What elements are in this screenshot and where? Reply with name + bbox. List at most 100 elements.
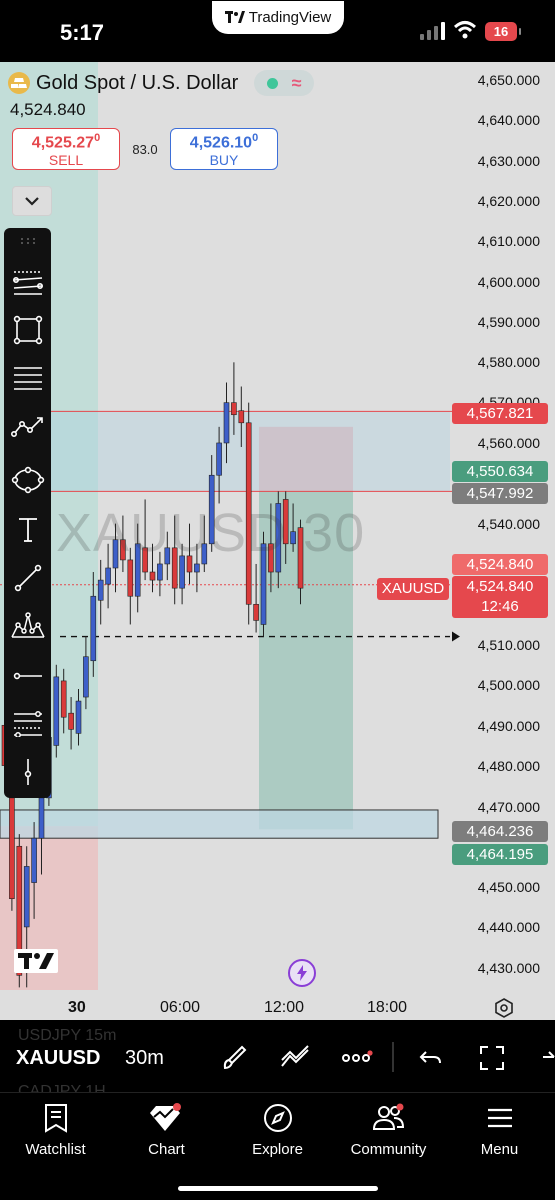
chart-bottom-toolbar: USDJPY 15m CADJPY 1H XAUUSD 30m xyxy=(0,1020,555,1100)
tab-label: Menu xyxy=(480,1141,519,1158)
buy-button[interactable]: 4,526.100 BUY xyxy=(170,128,278,170)
bar-countdown: 12:46 xyxy=(481,598,519,615)
price-axis-label: 4,620.000 xyxy=(477,193,540,209)
status-time: 5:17 xyxy=(60,20,105,45)
price-axis-label: 4,430.000 xyxy=(477,960,540,976)
trend-line-tool-icon[interactable] xyxy=(4,558,51,598)
rectangle-tool-icon[interactable] xyxy=(4,310,51,350)
candle-body xyxy=(68,712,74,730)
level-arrow-icon xyxy=(452,631,460,642)
candle-body xyxy=(223,402,230,444)
resistance-price-tag: 4,567.821 xyxy=(452,403,548,424)
tab-watchlist[interactable]: Watchlist xyxy=(0,1101,111,1158)
price-axis-label: 4,470.000 xyxy=(477,799,540,815)
price-axis-label: 4,630.000 xyxy=(477,153,540,169)
drawing-toolbar xyxy=(4,228,51,798)
tab-label: Community xyxy=(350,1141,427,1158)
take-profit-price-tag: 4,550.634 xyxy=(452,461,548,482)
text-tool-icon[interactable] xyxy=(4,510,51,550)
toolbar-drag-handle-icon[interactable] xyxy=(4,228,51,254)
price-axis-label: 4,580.000 xyxy=(477,354,540,370)
fib-retracement-tool-icon[interactable] xyxy=(4,704,51,744)
more-options-icon[interactable] xyxy=(342,1050,374,1069)
tab-community[interactable]: Community xyxy=(333,1101,444,1158)
chart-settings-icon[interactable] xyxy=(494,998,514,1020)
candle-body xyxy=(231,402,237,416)
candle-body xyxy=(194,563,200,573)
candle-body xyxy=(127,559,134,597)
indicators-icon[interactable] xyxy=(280,1044,310,1077)
support-zone-rectangle xyxy=(0,809,439,839)
drawing-brush-icon[interactable] xyxy=(220,1044,248,1077)
market-status-pill[interactable]: ≈ xyxy=(254,70,315,96)
ellipse-tool-icon[interactable] xyxy=(4,460,51,500)
price-axis-label: 4,540.000 xyxy=(477,516,540,532)
price-axis-label: 4,480.000 xyxy=(477,758,540,774)
price-axis-label: 4,610.000 xyxy=(477,233,540,249)
app-pill-label: TradingView xyxy=(248,9,332,26)
tab-label: Watchlist xyxy=(25,1141,86,1158)
path-tool-icon[interactable] xyxy=(4,406,51,446)
chart-area[interactable]: XAUUSD 30 Gold Spot / U.S. Dollar ≈ 4,52… xyxy=(0,62,555,1020)
price-axis-label: 4,440.000 xyxy=(477,919,540,935)
price-axis-label: 4,510.000 xyxy=(477,637,540,653)
candle-body xyxy=(105,567,111,585)
undo-icon[interactable] xyxy=(418,1044,444,1075)
symbol-button[interactable]: XAUUSD xyxy=(16,1047,100,1070)
tab-menu[interactable]: Menu xyxy=(444,1101,555,1158)
time-axis-label: 06:00 xyxy=(160,999,201,1016)
tradingview-watermark-icon xyxy=(14,949,58,978)
tab-chart[interactable]: Chart xyxy=(111,1101,222,1158)
candle-body xyxy=(253,603,259,621)
ghost-row: USDJPY 15m xyxy=(18,1027,117,1044)
zone-bottom-price-tag: 4,464.195 xyxy=(452,844,548,865)
symbol-title[interactable]: Gold Spot / U.S. Dollar xyxy=(36,72,238,95)
candle-body xyxy=(90,595,97,662)
candle-body xyxy=(53,676,60,746)
tab-explore[interactable]: Explore xyxy=(222,1101,333,1158)
candle-body xyxy=(60,680,67,718)
symbol-price-label: XAUUSD xyxy=(377,578,449,600)
buy-label: BUY xyxy=(209,152,239,169)
app-pill[interactable]: TradingView xyxy=(212,1,344,34)
candle-body xyxy=(83,656,89,698)
price-axis-label: 4,490.000 xyxy=(477,718,540,734)
interval-button[interactable]: 30m xyxy=(125,1047,164,1070)
time-axis-label: 12:00 xyxy=(264,999,305,1016)
horizontal-ray-tool-icon[interactable] xyxy=(4,656,51,696)
candle-body xyxy=(238,410,245,424)
tab-label: Explore xyxy=(252,1141,303,1158)
compass-icon xyxy=(222,1101,333,1135)
horizontal-lines-tool-icon[interactable] xyxy=(4,358,51,398)
candle-body xyxy=(23,866,30,928)
symbol-header: Gold Spot / U.S. Dollar ≈ 4,524.840 4,52… xyxy=(8,70,315,170)
candle-body xyxy=(9,797,15,899)
home-indicator xyxy=(178,1186,378,1191)
time-axis-label: 18:00 xyxy=(367,999,408,1016)
gold-bars-icon xyxy=(8,72,30,94)
collapse-header-button[interactable] xyxy=(12,186,52,216)
current-price-value: 4,524.840 xyxy=(466,578,534,595)
toolbar-divider xyxy=(392,1042,394,1077)
sell-button[interactable]: 4,525.270 SELL xyxy=(12,128,120,170)
chevron-down-icon xyxy=(25,196,39,206)
candle-body xyxy=(31,837,37,883)
status-bar: 5:17 TradingView 16 xyxy=(0,0,555,62)
entry-price-tag: 4,547.992 xyxy=(452,483,548,504)
tradingview-logo-icon xyxy=(224,10,245,26)
price-axis-label: 4,560.000 xyxy=(477,435,540,451)
trend-channel-tool-icon[interactable] xyxy=(4,262,51,302)
redo-icon[interactable] xyxy=(540,1044,555,1075)
buy-price-sup: 0 xyxy=(252,132,259,144)
candle-body xyxy=(216,442,222,476)
fullscreen-icon[interactable] xyxy=(478,1044,506,1077)
lightning-icon[interactable] xyxy=(288,959,316,987)
price-axis-label: 4,600.000 xyxy=(477,274,540,290)
app-root: 5:17 TradingView 16 XAUUSD 30 Gold Spot … xyxy=(0,0,555,1200)
market-open-dot-icon xyxy=(267,77,279,89)
candle-body xyxy=(38,797,45,839)
pattern-tool-icon[interactable] xyxy=(4,606,51,646)
cellular-signal-icon xyxy=(420,22,445,40)
battery-indicator: 16 xyxy=(485,22,521,41)
vertical-line-tool-icon[interactable] xyxy=(4,752,51,792)
